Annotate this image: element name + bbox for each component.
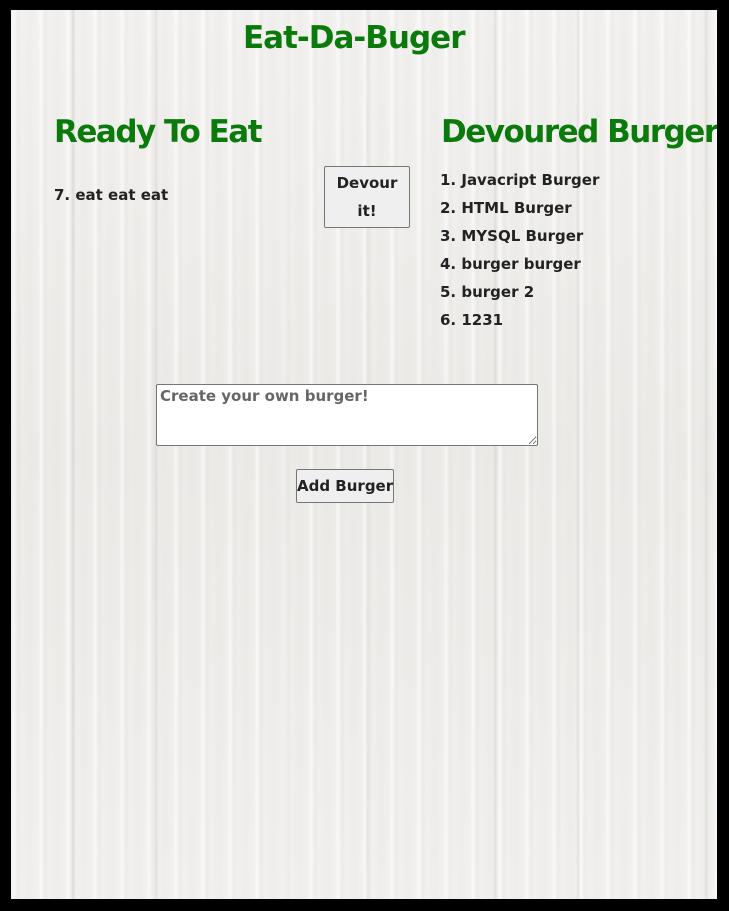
ready-burger-item: 7. eat eat eat — [54, 186, 169, 204]
add-burger-button[interactable]: Add Burger — [296, 469, 394, 503]
devoured-burger-item: 5. burger 2 — [440, 283, 535, 301]
burger-name-textarea[interactable] — [156, 384, 538, 446]
devoured-burger-item: 4. burger burger — [440, 255, 581, 273]
devoured-burgers-list: 1. Javacript Burger 2. HTML Burger 3. MY… — [440, 168, 599, 336]
devoured-burger-item: 3. MYSQL Burger — [440, 227, 584, 245]
devoured-burger-item: 6. 1231 — [440, 311, 504, 329]
ready-to-eat-heading: Ready To Eat — [54, 114, 263, 150]
page-title: Eat-Da-Buger — [243, 20, 465, 56]
devoured-burger-item: 1. Javacript Burger — [440, 171, 600, 189]
devour-button[interactable]: Devour it! — [324, 166, 410, 228]
devoured-burger-item: 2. HTML Burger — [440, 199, 572, 217]
devoured-burgers-heading: Devoured Burgers — [441, 114, 717, 150]
page-container: Eat-Da-Buger Ready To Eat 7. eat eat eat… — [11, 10, 717, 899]
